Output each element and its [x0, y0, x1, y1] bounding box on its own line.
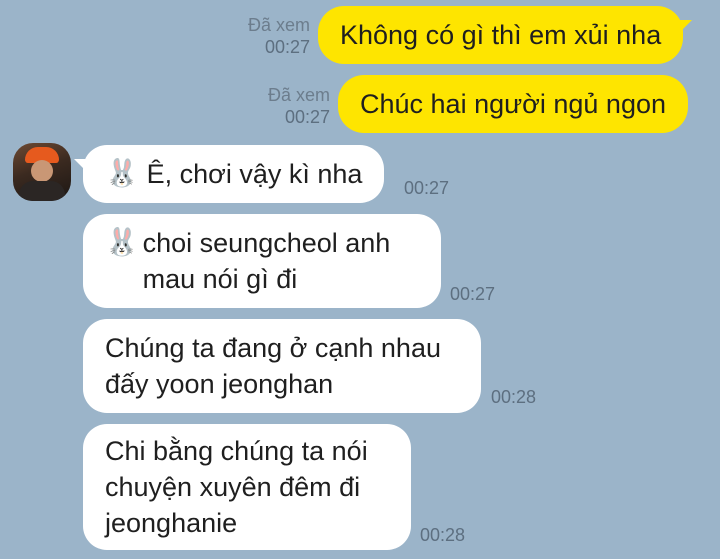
incoming-message[interactable]: Chúng ta đang ở cạnh nhau đấy yoon jeong…: [83, 319, 481, 413]
message-time: 00:27: [264, 37, 310, 57]
rabbit-face-icon: 🐰: [105, 158, 139, 189]
outgoing-message[interactable]: Không có gì thì em xủi nha: [318, 6, 693, 64]
message-text: Không có gì thì em xủi nha: [340, 20, 662, 50]
message-text: Chi bằng chúng ta nói chuyện xuyên đêm đ…: [105, 436, 368, 538]
message-text: Ê, chơi vậy kì nha: [146, 159, 363, 189]
message-time: 00:27: [284, 107, 330, 127]
sender-avatar[interactable]: [13, 143, 71, 201]
message-time: 00:27: [450, 284, 496, 304]
read-receipt: Đã xem 00:27: [220, 14, 310, 58]
incoming-message[interactable]: 🐰 choi seungcheol anh mau nói gì đi: [83, 214, 441, 308]
rabbit-face-icon: 🐰: [105, 227, 139, 258]
read-status: Đã xem: [267, 85, 330, 105]
message-text: choi seungcheol anh mau nói gì đi: [142, 228, 391, 294]
message-time: 00:27: [404, 178, 450, 198]
message-text: Chúc hai người ngủ ngon: [360, 89, 666, 119]
message-time: 00:28: [491, 387, 537, 407]
outgoing-message[interactable]: Chúc hai người ngủ ngon: [338, 75, 688, 133]
read-receipt: Đã xem 00:27: [240, 84, 330, 128]
incoming-message[interactable]: 🐰 Ê, chơi vậy kì nha: [73, 145, 385, 203]
incoming-message[interactable]: Chi bằng chúng ta nói chuyện xuyên đêm đ…: [83, 424, 411, 550]
read-status: Đã xem: [247, 15, 310, 35]
message-time: 00:28: [420, 525, 466, 545]
message-text: Chúng ta đang ở cạnh nhau đấy yoon jeong…: [105, 333, 441, 399]
